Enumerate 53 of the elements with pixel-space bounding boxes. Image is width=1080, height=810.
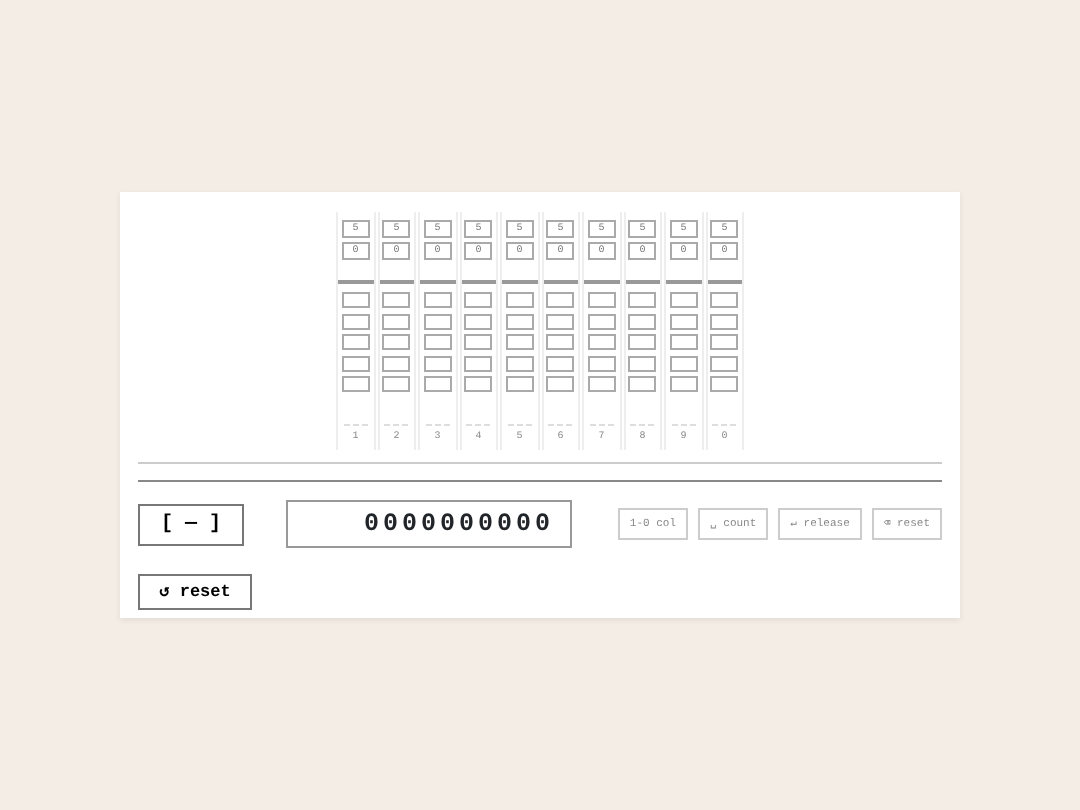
earth-bead[interactable] [628, 313, 657, 329]
earth-bead[interactable] [546, 313, 575, 329]
earth-bead[interactable] [669, 376, 698, 392]
earth-bead[interactable] [710, 355, 739, 371]
earth-bead[interactable] [587, 376, 616, 392]
earth-bead[interactable] [464, 376, 493, 392]
earth-bead[interactable] [710, 376, 739, 392]
earth-bead[interactable] [505, 355, 534, 371]
earth-bead[interactable] [382, 334, 411, 350]
earth-bead[interactable] [669, 292, 698, 308]
earth-bead[interactable] [423, 355, 452, 371]
earth-bead[interactable] [423, 334, 452, 350]
earth-bead[interactable] [669, 334, 698, 350]
earth-bead[interactable] [464, 292, 493, 308]
earth-bead[interactable] [710, 292, 739, 308]
earth-bead[interactable] [628, 334, 657, 350]
earth-bead[interactable] [341, 334, 370, 350]
reset-button[interactable]: ↺ reset [138, 574, 252, 611]
earth-bead[interactable] [505, 376, 534, 392]
earth-bead[interactable] [587, 292, 616, 308]
earth-bead[interactable] [587, 313, 616, 329]
earth-bead[interactable] [505, 334, 534, 350]
earth-bead[interactable] [382, 355, 411, 371]
earth-bead[interactable] [546, 334, 575, 350]
counter-display: 0000000000 [286, 500, 572, 548]
earth-bead[interactable] [464, 313, 493, 329]
earth-bead[interactable] [423, 313, 452, 329]
earth-bead[interactable] [382, 292, 411, 308]
earth-bead[interactable] [341, 376, 370, 392]
toggle-button[interactable]: [ — ] [138, 503, 244, 545]
earth-bead[interactable] [546, 355, 575, 371]
earth-bead[interactable] [587, 355, 616, 371]
earth-bead[interactable] [464, 355, 493, 371]
earth-bead[interactable] [423, 292, 452, 308]
earth-bead[interactable] [464, 334, 493, 350]
earth-bead[interactable] [341, 313, 370, 329]
earth-bead[interactable] [710, 334, 739, 350]
earth-bead[interactable] [382, 313, 411, 329]
earth-bead[interactable] [505, 292, 534, 308]
earth-bead[interactable] [341, 292, 370, 308]
earth-bead[interactable] [423, 376, 452, 392]
earth-bead[interactable] [669, 355, 698, 371]
earth-bead[interactable] [628, 376, 657, 392]
earth-bead[interactable] [628, 292, 657, 308]
earth-bead[interactable] [628, 355, 657, 371]
earth-bead[interactable] [669, 313, 698, 329]
earth-bead[interactable] [587, 334, 616, 350]
earth-bead[interactable] [710, 313, 739, 329]
earth-bead[interactable] [341, 355, 370, 371]
earth-bead[interactable] [382, 376, 411, 392]
earth-bead[interactable] [505, 313, 534, 329]
earth-bead[interactable] [546, 292, 575, 308]
earth-bead[interactable] [546, 376, 575, 392]
